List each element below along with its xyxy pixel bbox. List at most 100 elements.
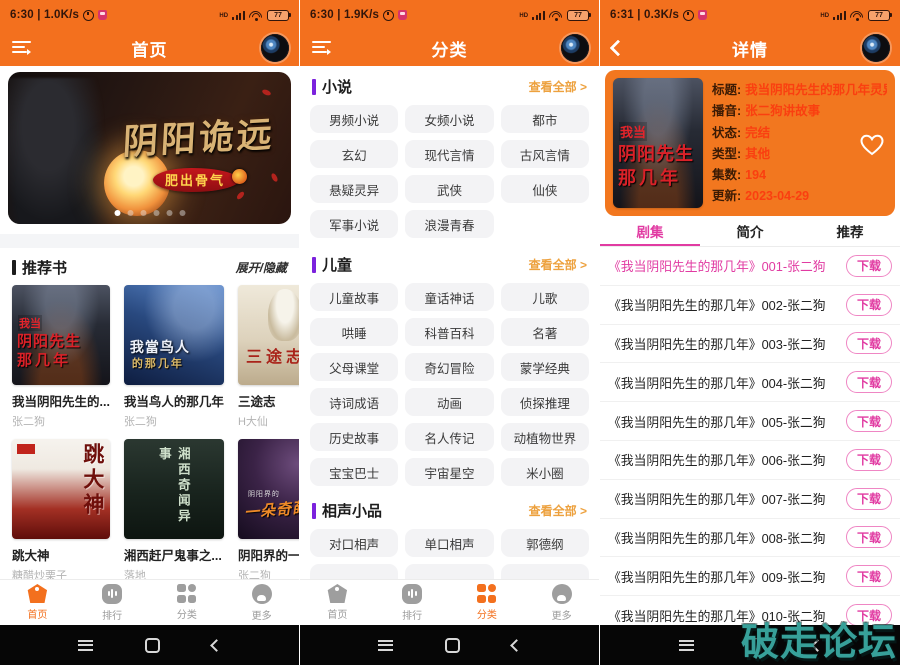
nav-home[interactable]: 首页 <box>300 580 375 625</box>
menu-icon[interactable] <box>312 41 332 55</box>
carousel-banner[interactable]: 阴阳诡远 肥出骨气 <box>8 72 291 224</box>
nav-rank[interactable]: 排行 <box>75 580 150 625</box>
chip[interactable]: 侦探推理 <box>501 388 589 416</box>
android-back-icon[interactable] <box>510 639 523 652</box>
chip[interactable]: 浪漫青春 <box>405 210 493 238</box>
nav-rank[interactable]: 排行 <box>375 580 450 625</box>
episode-row[interactable]: 《我当阴阳先生的那几年》009-张二狗 下载 <box>600 557 900 596</box>
chip[interactable]: 武侠 <box>405 175 493 203</box>
episode-row[interactable]: 《我当阴阳先生的那几年》008-张二狗 下载 <box>600 519 900 558</box>
tab-episodes[interactable]: 剧集 <box>600 221 700 241</box>
detail-card: 我当 阴阳先生 那几年 标题:我当阴阳先生的那几年灵异爆笑... 播音:张二狗讲… <box>605 70 895 216</box>
chip[interactable]: 科普百科 <box>405 318 493 346</box>
book-title: 阴阳界的一朵奇葩 <box>238 545 300 564</box>
book-card[interactable]: 我當鸟人 的那几年 我当鸟人的那几年 张二狗 <box>124 285 224 429</box>
view-all-link[interactable]: 查看全部 > <box>529 78 587 95</box>
episode-row[interactable]: 《我当阴阳先生的那几年》007-张二狗 下载 <box>600 480 900 519</box>
download-button[interactable]: 下载 <box>846 410 892 432</box>
book-title: 我当阴阳先生的... <box>12 391 110 410</box>
chip[interactable]: 父母课堂 <box>310 353 398 381</box>
book-card[interactable]: 三途志 三途志 H大仙 <box>238 285 300 429</box>
episode-row[interactable]: 《我当阴阳先生的那几年》006-张二狗 下载 <box>600 441 900 480</box>
carousel-dots[interactable] <box>114 210 185 216</box>
android-back-icon[interactable] <box>210 639 223 652</box>
chip[interactable]: 玄幻 <box>310 140 398 168</box>
info-label: 更新: <box>712 186 741 207</box>
episode-row[interactable]: 《我当阴阳先生的那几年》005-张二狗 下载 <box>600 402 900 441</box>
tab-intro[interactable]: 简介 <box>700 221 800 241</box>
chip[interactable]: 男频小说 <box>310 105 398 133</box>
chip[interactable]: 女频小说 <box>405 105 493 133</box>
download-button[interactable]: 下载 <box>846 371 892 393</box>
chip[interactable]: 历史故事 <box>310 423 398 451</box>
chip[interactable]: 蒙学经典 <box>501 353 589 381</box>
chip[interactable]: 宇宙星空 <box>405 458 493 486</box>
vinyl-player-icon[interactable] <box>561 34 589 62</box>
episode-title: 《我当阴阳先生的那几年》006-张二狗 <box>608 450 840 469</box>
view-all-link[interactable]: 查看全部 > <box>529 502 587 519</box>
recents-icon[interactable] <box>78 640 93 651</box>
book-cover: 三途志 <box>238 285 300 385</box>
chip[interactable]: 奇幻冒险 <box>405 353 493 381</box>
chip[interactable]: 悬疑灵异 <box>310 175 398 203</box>
download-button[interactable]: 下载 <box>846 488 892 510</box>
recents-icon[interactable] <box>378 640 393 651</box>
menu-icon[interactable] <box>12 41 32 55</box>
chip[interactable]: 儿歌 <box>501 283 589 311</box>
episode-row[interactable]: 《我当阴阳先生的那几年》003-张二狗 下载 <box>600 325 900 364</box>
expand-collapse-toggle[interactable]: 展开/隐藏 <box>236 259 287 276</box>
chip[interactable]: 单口相声 <box>405 529 493 557</box>
nav-category[interactable]: 分类 <box>150 580 225 625</box>
android-nav-bar <box>0 625 299 665</box>
tab-recommend[interactable]: 推荐 <box>800 221 900 241</box>
recents-icon[interactable] <box>679 640 694 651</box>
info-value-updated: 2023-04-29 <box>745 186 809 207</box>
chip[interactable]: 儿童故事 <box>310 283 398 311</box>
episode-title: 《我当阴阳先生的那几年》009-张二狗 <box>608 567 840 586</box>
episode-row[interactable]: 《我当阴阳先生的那几年》004-张二狗 下载 <box>600 363 900 402</box>
chip[interactable]: 对口相声 <box>310 529 398 557</box>
nav-home[interactable]: 首页 <box>0 580 75 625</box>
android-home-icon[interactable] <box>145 638 160 653</box>
chip[interactable]: 都市 <box>501 105 589 133</box>
chip[interactable]: 诗词成语 <box>310 388 398 416</box>
battery-icon: 77 <box>567 10 589 21</box>
chip[interactable]: 童话神话 <box>405 283 493 311</box>
nav-more[interactable]: 更多 <box>524 580 599 625</box>
chip[interactable]: 宝宝巴士 <box>310 458 398 486</box>
chip[interactable]: 现代言情 <box>405 140 493 168</box>
android-home-icon[interactable] <box>445 638 460 653</box>
chip[interactable]: 名著 <box>501 318 589 346</box>
nav-more[interactable]: 更多 <box>224 580 299 625</box>
chip[interactable]: 动植物世界 <box>501 423 589 451</box>
episode-row[interactable]: 《我当阴阳先生的那几年》002-张二狗 下载 <box>600 286 900 325</box>
download-button[interactable]: 下载 <box>846 255 892 277</box>
download-button[interactable]: 下载 <box>846 565 892 587</box>
chip[interactable]: 军事小说 <box>310 210 398 238</box>
vinyl-player-icon[interactable] <box>862 34 890 62</box>
chip[interactable]: 动画 <box>405 388 493 416</box>
book-card[interactable]: 我当 阴阳先生 那几年 我当阴阳先生的... 张二狗 <box>12 285 110 429</box>
download-button[interactable]: 下载 <box>846 526 892 548</box>
favorite-heart-icon[interactable] <box>860 134 884 161</box>
book-card[interactable]: 跳大神 跳大神 糖醋炒栗子 <box>12 439 110 583</box>
download-button[interactable]: 下载 <box>846 332 892 354</box>
chip[interactable]: 名人传记 <box>405 423 493 451</box>
view-all-link[interactable]: 查看全部 > <box>529 256 587 273</box>
petal-decoration <box>235 191 245 201</box>
vinyl-player-icon[interactable] <box>261 34 289 62</box>
chip[interactable]: 米小圈 <box>501 458 589 486</box>
chip[interactable]: 郭德纲 <box>501 529 589 557</box>
chip[interactable]: 仙侠 <box>501 175 589 203</box>
download-button[interactable]: 下载 <box>846 449 892 471</box>
cover-text: 阴阳先生 <box>17 330 81 351</box>
chip[interactable]: 古风言情 <box>501 140 589 168</box>
cover-stamp <box>17 444 35 454</box>
book-card[interactable]: 阴阳界的 一朵奇葩 阴阳界的一朵奇葩 张二狗 <box>238 439 300 583</box>
bottom-nav: 首页 排行 分类 更多 <box>0 579 299 625</box>
download-button[interactable]: 下载 <box>846 294 892 316</box>
book-card[interactable]: 湘西奇闻异事 湘西赶尸鬼事之... 落地 <box>124 439 224 583</box>
episode-row[interactable]: 《我当阴阳先生的那几年》001-张二狗 下载 <box>600 247 900 286</box>
nav-category[interactable]: 分类 <box>450 580 525 625</box>
chip[interactable]: 哄睡 <box>310 318 398 346</box>
